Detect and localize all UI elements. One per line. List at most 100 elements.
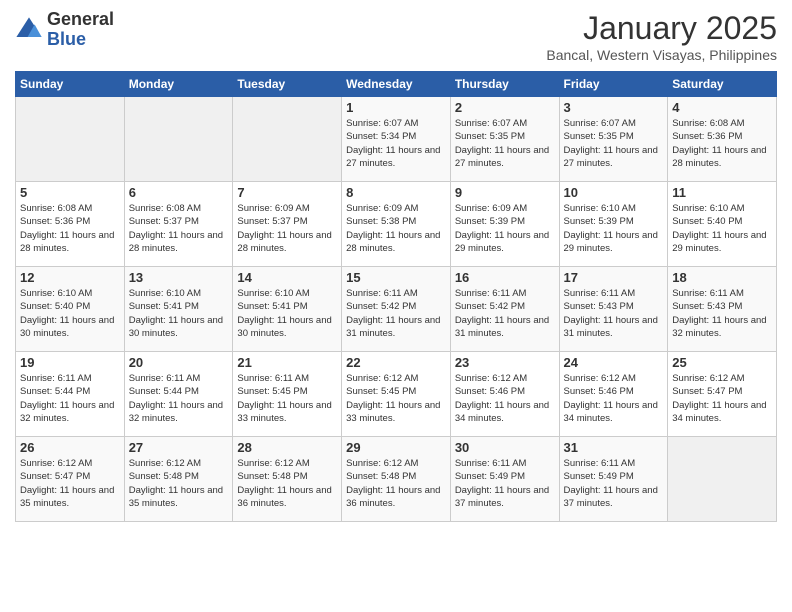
calendar-cell: 19 Sunrise: 6:11 AM Sunset: 5:44 PM Dayli… <box>16 352 125 437</box>
calendar-cell <box>668 437 777 522</box>
day-number: 6 <box>129 185 229 200</box>
day-info: Sunrise: 6:12 AM Sunset: 5:47 PM Dayligh… <box>20 457 120 510</box>
day-number: 2 <box>455 100 555 115</box>
calendar-cell: 9 Sunrise: 6:09 AM Sunset: 5:39 PM Daylig… <box>450 182 559 267</box>
header-thursday: Thursday <box>450 72 559 97</box>
calendar-cell: 7 Sunrise: 6:09 AM Sunset: 5:37 PM Daylig… <box>233 182 342 267</box>
day-info: Sunrise: 6:09 AM Sunset: 5:38 PM Dayligh… <box>346 202 446 255</box>
day-number: 24 <box>564 355 664 370</box>
day-info: Sunrise: 6:10 AM Sunset: 5:40 PM Dayligh… <box>20 287 120 340</box>
day-number: 28 <box>237 440 337 455</box>
day-info: Sunrise: 6:12 AM Sunset: 5:46 PM Dayligh… <box>564 372 664 425</box>
day-number: 7 <box>237 185 337 200</box>
day-number: 27 <box>129 440 229 455</box>
day-info: Sunrise: 6:08 AM Sunset: 5:37 PM Dayligh… <box>129 202 229 255</box>
day-info: Sunrise: 6:10 AM Sunset: 5:39 PM Dayligh… <box>564 202 664 255</box>
day-number: 19 <box>20 355 120 370</box>
day-info: Sunrise: 6:07 AM Sunset: 5:35 PM Dayligh… <box>455 117 555 170</box>
day-info: Sunrise: 6:08 AM Sunset: 5:36 PM Dayligh… <box>672 117 772 170</box>
calendar-cell: 31Sunrise: 6:11 AM Sunset: 5:49 PM Dayli… <box>559 437 668 522</box>
calendar-cell: 22Sunrise: 6:12 AM Sunset: 5:45 PM Dayli… <box>342 352 451 437</box>
day-info: Sunrise: 6:07 AM Sunset: 5:34 PM Dayligh… <box>346 117 446 170</box>
calendar-cell: 14 Sunrise: 6:10 AM Sunset: 5:41 PM Dayli… <box>233 267 342 352</box>
day-info: Sunrise: 6:11 AM Sunset: 5:44 PM Dayligh… <box>129 372 229 425</box>
calendar-cell <box>233 97 342 182</box>
week-row-2: 5 Sunrise: 6:08 AM Sunset: 5:36 PM Daylig… <box>16 182 777 267</box>
day-number: 11 <box>672 185 772 200</box>
day-number: 1 <box>346 100 446 115</box>
week-row-5: 26 Sunrise: 6:12 AM Sunset: 5:47 PM Dayli… <box>16 437 777 522</box>
day-info: Sunrise: 6:09 AM Sunset: 5:37 PM Dayligh… <box>237 202 337 255</box>
day-info: Sunrise: 6:11 AM Sunset: 5:42 PM Dayligh… <box>346 287 446 340</box>
calendar-cell: 20 Sunrise: 6:11 AM Sunset: 5:44 PM Dayli… <box>124 352 233 437</box>
calendar-cell: 24 Sunrise: 6:12 AM Sunset: 5:46 PM Dayli… <box>559 352 668 437</box>
day-number: 14 <box>237 270 337 285</box>
week-row-1: 1 Sunrise: 6:07 AM Sunset: 5:34 PM Daylig… <box>16 97 777 182</box>
week-row-3: 12 Sunrise: 6:10 AM Sunset: 5:40 PM Dayli… <box>16 267 777 352</box>
calendar-cell: 11 Sunrise: 6:10 AM Sunset: 5:40 PM Dayli… <box>668 182 777 267</box>
day-info: Sunrise: 6:11 AM Sunset: 5:43 PM Dayligh… <box>564 287 664 340</box>
calendar-cell <box>124 97 233 182</box>
month-title: January 2025 <box>546 10 777 47</box>
day-number: 25 <box>672 355 772 370</box>
calendar-cell: 25Sunrise: 6:12 AM Sunset: 5:47 PM Dayli… <box>668 352 777 437</box>
day-number: 4 <box>672 100 772 115</box>
day-info: Sunrise: 6:07 AM Sunset: 5:35 PM Dayligh… <box>564 117 664 170</box>
calendar-table: SundayMondayTuesdayWednesdayThursdayFrid… <box>15 71 777 522</box>
day-info: Sunrise: 6:11 AM Sunset: 5:49 PM Dayligh… <box>455 457 555 510</box>
calendar-cell: 2 Sunrise: 6:07 AM Sunset: 5:35 PM Daylig… <box>450 97 559 182</box>
day-number: 5 <box>20 185 120 200</box>
day-number: 17 <box>564 270 664 285</box>
calendar-cell: 1 Sunrise: 6:07 AM Sunset: 5:34 PM Daylig… <box>342 97 451 182</box>
day-info: Sunrise: 6:11 AM Sunset: 5:44 PM Dayligh… <box>20 372 120 425</box>
day-number: 21 <box>237 355 337 370</box>
calendar-cell: 5 Sunrise: 6:08 AM Sunset: 5:36 PM Daylig… <box>16 182 125 267</box>
title-block: January 2025 Bancal, Western Visayas, Ph… <box>546 10 777 63</box>
day-number: 20 <box>129 355 229 370</box>
calendar-cell: 23 Sunrise: 6:12 AM Sunset: 5:46 PM Dayli… <box>450 352 559 437</box>
header-wednesday: Wednesday <box>342 72 451 97</box>
day-number: 18 <box>672 270 772 285</box>
day-number: 16 <box>455 270 555 285</box>
day-info: Sunrise: 6:12 AM Sunset: 5:48 PM Dayligh… <box>346 457 446 510</box>
calendar-cell: 10Sunrise: 6:10 AM Sunset: 5:39 PM Dayli… <box>559 182 668 267</box>
logo-general-text: General <box>47 10 114 30</box>
calendar-cell: 27 Sunrise: 6:12 AM Sunset: 5:48 PM Dayli… <box>124 437 233 522</box>
header: General Blue January 2025 Bancal, Wester… <box>15 10 777 63</box>
day-info: Sunrise: 6:11 AM Sunset: 5:45 PM Dayligh… <box>237 372 337 425</box>
day-info: Sunrise: 6:11 AM Sunset: 5:43 PM Dayligh… <box>672 287 772 340</box>
logo-blue-text: Blue <box>47 30 114 50</box>
day-number: 22 <box>346 355 446 370</box>
calendar-cell: 16 Sunrise: 6:11 AM Sunset: 5:42 PM Dayli… <box>450 267 559 352</box>
calendar-cell: 15 Sunrise: 6:11 AM Sunset: 5:42 PM Dayli… <box>342 267 451 352</box>
day-number: 23 <box>455 355 555 370</box>
week-row-4: 19 Sunrise: 6:11 AM Sunset: 5:44 PM Dayli… <box>16 352 777 437</box>
day-number: 12 <box>20 270 120 285</box>
day-info: Sunrise: 6:10 AM Sunset: 5:40 PM Dayligh… <box>672 202 772 255</box>
day-info: Sunrise: 6:12 AM Sunset: 5:48 PM Dayligh… <box>237 457 337 510</box>
day-info: Sunrise: 6:12 AM Sunset: 5:46 PM Dayligh… <box>455 372 555 425</box>
calendar-cell: 21 Sunrise: 6:11 AM Sunset: 5:45 PM Dayli… <box>233 352 342 437</box>
day-number: 9 <box>455 185 555 200</box>
day-info: Sunrise: 6:08 AM Sunset: 5:36 PM Dayligh… <box>20 202 120 255</box>
calendar-header-row: SundayMondayTuesdayWednesdayThursdayFrid… <box>16 72 777 97</box>
day-info: Sunrise: 6:12 AM Sunset: 5:48 PM Dayligh… <box>129 457 229 510</box>
day-info: Sunrise: 6:09 AM Sunset: 5:39 PM Dayligh… <box>455 202 555 255</box>
calendar-cell: 13Sunrise: 6:10 AM Sunset: 5:41 PM Dayli… <box>124 267 233 352</box>
day-info: Sunrise: 6:11 AM Sunset: 5:42 PM Dayligh… <box>455 287 555 340</box>
day-info: Sunrise: 6:10 AM Sunset: 5:41 PM Dayligh… <box>129 287 229 340</box>
day-number: 26 <box>20 440 120 455</box>
calendar-cell: 30 Sunrise: 6:11 AM Sunset: 5:49 PM Dayli… <box>450 437 559 522</box>
header-monday: Monday <box>124 72 233 97</box>
calendar-cell: 4 Sunrise: 6:08 AM Sunset: 5:36 PM Daylig… <box>668 97 777 182</box>
logo-icon <box>15 16 43 44</box>
day-number: 15 <box>346 270 446 285</box>
calendar-cell: 26 Sunrise: 6:12 AM Sunset: 5:47 PM Dayli… <box>16 437 125 522</box>
calendar-cell: 18 Sunrise: 6:11 AM Sunset: 5:43 PM Dayli… <box>668 267 777 352</box>
day-number: 30 <box>455 440 555 455</box>
header-tuesday: Tuesday <box>233 72 342 97</box>
calendar-cell: 3Sunrise: 6:07 AM Sunset: 5:35 PM Daylig… <box>559 97 668 182</box>
header-sunday: Sunday <box>16 72 125 97</box>
day-info: Sunrise: 6:10 AM Sunset: 5:41 PM Dayligh… <box>237 287 337 340</box>
calendar-cell: 17 Sunrise: 6:11 AM Sunset: 5:43 PM Dayli… <box>559 267 668 352</box>
